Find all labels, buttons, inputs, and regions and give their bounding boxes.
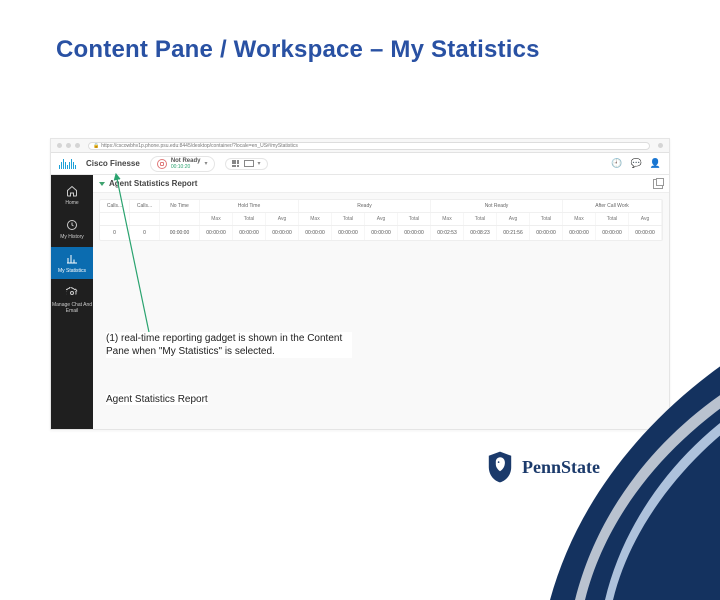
sidebar-item-label: My History (51, 234, 93, 240)
status-timer: 00:10:20 (171, 164, 201, 170)
col-header: Total (530, 213, 563, 225)
cell: 00:00:00 (530, 226, 563, 240)
forward-icon[interactable] (66, 143, 71, 148)
col-group: Ready (299, 200, 431, 212)
cell: 00:08:23 (464, 226, 497, 240)
finesse-header: Cisco Finesse Not Ready 00:10:20 ▾ ▾ 🕘 💬… (51, 153, 669, 175)
sidebar-item-history[interactable]: My History (51, 213, 93, 245)
cell: 00:00:00 (563, 226, 596, 240)
mail-icon (244, 160, 254, 167)
col-group: Calls... (130, 200, 160, 212)
cell: 00:00:00 (160, 226, 200, 240)
col-header: Avg (266, 213, 299, 225)
annotation-caption-1: (1) real-time reporting gadget is shown … (106, 332, 352, 358)
col-header: Avg (365, 213, 398, 225)
user-icon[interactable]: 👤 (650, 158, 661, 169)
back-icon[interactable] (57, 143, 62, 148)
col-header: Total (233, 213, 266, 225)
app-brand: Cisco Finesse (86, 159, 140, 168)
annotation-caption-2: Agent Statistics Report (106, 394, 208, 405)
dialpad-button[interactable]: ▾ (225, 158, 268, 170)
slide-title: Content Pane / Workspace – My Statistics (56, 36, 540, 64)
cell: 00:00:00 (299, 226, 332, 240)
cell: 00:00:00 (365, 226, 398, 240)
col-header: Total (332, 213, 365, 225)
lock-icon: 🔒 (93, 143, 99, 149)
stats-table: Calls... Calls... No Time Hold Time Read… (99, 199, 663, 241)
browser-chrome: 🔒 https://cscowbhv1p.phone.psu.edu:8445/… (51, 139, 669, 153)
agent-status[interactable]: Not Ready 00:10:20 ▾ (150, 156, 215, 172)
col-header: Total (398, 213, 431, 225)
decorative-swoosh (500, 340, 720, 600)
cell: 00:21:56 (497, 226, 530, 240)
table-row: 0 0 00:00:00 00:00:00 00:00:00 00:00:00 … (100, 226, 662, 240)
cell: 0 (100, 226, 130, 240)
sidebar: Home My History My Statistics Manage Cha… (51, 175, 93, 429)
status-label: Not Ready (171, 158, 201, 164)
cell: 00:00:00 (332, 226, 365, 240)
sidebar-item-label: Home (51, 200, 93, 206)
cell: 00:00:00 (596, 226, 629, 240)
chevron-down-icon: ▾ (258, 160, 261, 168)
report-title: Agent Statistics Report (109, 179, 197, 188)
col-group: After Call Work (563, 200, 662, 212)
cell: 00:00:00 (200, 226, 233, 240)
dialpad-icon (232, 160, 240, 168)
chat-icon[interactable]: 💬 (631, 158, 642, 169)
col-group: No Time (160, 200, 200, 212)
address-bar[interactable]: 🔒 https://cscowbhv1p.phone.psu.edu:8445/… (88, 142, 650, 150)
cell: 00:00:00 (398, 226, 431, 240)
bookmark-icon[interactable] (658, 143, 663, 148)
popout-icon[interactable] (653, 179, 663, 189)
chart-icon (65, 252, 79, 266)
cell: 00:00:00 (266, 226, 299, 240)
col-header: Max (431, 213, 464, 225)
col-header: Avg (497, 213, 530, 225)
cell: 00:00:00 (233, 226, 266, 240)
sidebar-item-home[interactable]: Home (51, 179, 93, 211)
col-header: Max (563, 213, 596, 225)
collapse-icon[interactable] (99, 182, 105, 186)
sidebar-item-label: Manage Chat And Email (51, 302, 93, 314)
phone-icon (157, 159, 167, 169)
history-icon (65, 218, 79, 232)
col-header: Max (200, 213, 233, 225)
url-text: https://cscowbhv1p.phone.psu.edu:8445/de… (101, 143, 298, 149)
reload-icon[interactable] (75, 143, 80, 148)
clock-icon[interactable]: 🕘 (611, 158, 622, 169)
cisco-logo-icon (59, 159, 76, 169)
sidebar-item-label: My Statistics (51, 268, 93, 274)
cell: 0 (130, 226, 160, 240)
sidebar-item-chat[interactable]: Manage Chat And Email (51, 281, 93, 319)
gear-icon (65, 286, 79, 300)
home-icon (65, 184, 79, 198)
table-header-cols: Max Total Avg Max Total Avg Total Max To… (100, 213, 662, 226)
table-header-groups: Calls... Calls... No Time Hold Time Read… (100, 200, 662, 213)
col-group: Hold Time (200, 200, 299, 212)
col-header: Avg (629, 213, 662, 225)
col-group: Calls... (100, 200, 130, 212)
sidebar-item-statistics[interactable]: My Statistics (51, 247, 93, 279)
col-header: Max (299, 213, 332, 225)
report-header: Agent Statistics Report (93, 175, 669, 193)
col-header: Total (464, 213, 497, 225)
col-header: Total (596, 213, 629, 225)
col-group: Not Ready (431, 200, 563, 212)
chevron-down-icon: ▾ (204, 160, 207, 167)
cell: 00:00:00 (629, 226, 662, 240)
cell: 00:02:53 (431, 226, 464, 240)
